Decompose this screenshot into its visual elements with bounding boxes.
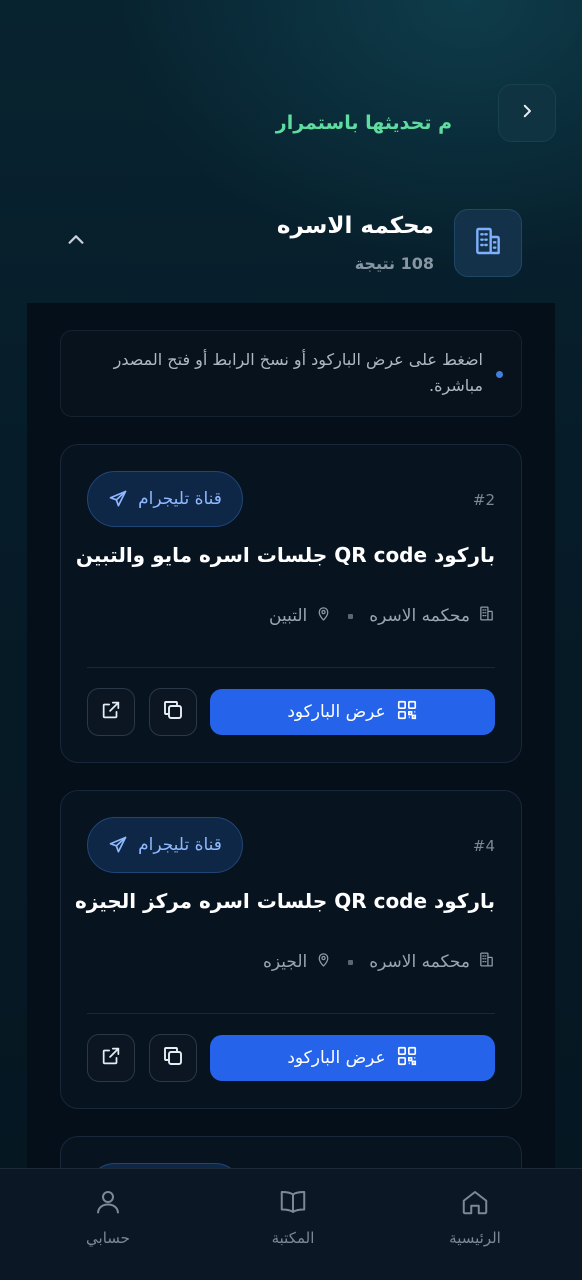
hint-text: اضغط على عرض الباركود أو نسخ الرابط أو ف…	[113, 350, 483, 395]
card-divider	[87, 667, 495, 668]
show-barcode-button[interactable]: عرض الباركود	[210, 1035, 495, 1081]
card-title: باركود QR code جلسات اسره مركز الجيزه	[74, 889, 495, 913]
chevron-right-icon	[518, 102, 536, 124]
copy-icon	[161, 1044, 185, 1072]
card-meta: محكمه الاسره الجيزه	[263, 951, 495, 973]
building-small-icon	[478, 605, 495, 627]
nav-library[interactable]: المكتبة	[233, 1187, 353, 1247]
back-button[interactable]	[498, 84, 556, 142]
nav-account[interactable]: حسابي	[48, 1187, 168, 1247]
card-divider	[87, 1013, 495, 1014]
open-source-button[interactable]	[87, 688, 135, 736]
nav-account-label: حسابي	[86, 1229, 130, 1247]
copy-link-button[interactable]	[149, 1034, 197, 1082]
result-card: قناة تليجرام #4 باركود QR code جلسات اسر…	[60, 790, 522, 1109]
map-pin-icon	[315, 951, 332, 973]
send-icon	[108, 489, 128, 509]
copy-link-button[interactable]	[149, 688, 197, 736]
send-icon	[108, 835, 128, 855]
announcement-marquee: م تحديثها باستمرار	[275, 112, 452, 134]
instruction-hint: اضغط على عرض الباركود أو نسخ الرابط أو ف…	[60, 330, 522, 417]
nav-home[interactable]: الرئيسية	[415, 1187, 535, 1247]
card-meta: محكمه الاسره التبين	[269, 605, 495, 627]
copy-icon	[161, 698, 185, 726]
separator	[348, 959, 354, 965]
external-link-icon	[100, 699, 122, 725]
building-icon	[472, 225, 504, 261]
chip-label: قناة تليجرام	[138, 489, 222, 509]
building-small-icon	[478, 951, 495, 973]
section-icon-box	[454, 209, 522, 277]
section-title: محكمه الاسره	[276, 213, 434, 239]
qr-code-icon	[396, 1045, 418, 1072]
bottom-navigation: الرئيسية المكتبة حسابي	[0, 1168, 582, 1280]
chevron-up-icon	[65, 229, 87, 255]
button-label: عرض الباركود	[287, 702, 386, 722]
external-link-icon	[100, 1045, 122, 1071]
result-count: 108 نتيجة	[354, 254, 434, 273]
bullet-dot	[496, 371, 503, 378]
separator	[348, 613, 354, 619]
court-name: محكمه الاسره	[369, 606, 470, 626]
page: م تحديثها باستمرار محكمه الاسره 108 نتيج…	[0, 0, 582, 1280]
card-title: باركود QR code جلسات اسره مايو والتبين	[75, 543, 495, 567]
location-name: التبين	[269, 606, 308, 626]
user-icon	[93, 1187, 123, 1221]
location-name: الجيزه	[262, 952, 308, 972]
button-label: عرض الباركود	[287, 1048, 386, 1068]
source-chip[interactable]: قناة تليجرام	[87, 817, 243, 873]
home-icon	[460, 1187, 490, 1221]
show-barcode-button[interactable]: عرض الباركود	[210, 689, 495, 735]
result-card: قناة تليجرام #2 باركود QR code جلسات اسر…	[60, 444, 522, 763]
nav-library-label: المكتبة	[271, 1229, 315, 1247]
card-number: #4	[472, 837, 495, 855]
chip-label: قناة تليجرام	[138, 835, 222, 855]
source-chip[interactable]: قناة تليجرام	[87, 471, 243, 527]
card-number: #2	[472, 491, 495, 509]
collapse-button[interactable]	[62, 228, 90, 256]
open-source-button[interactable]	[87, 1034, 135, 1082]
book-open-icon	[278, 1187, 308, 1221]
nav-home-label: الرئيسية	[449, 1229, 501, 1247]
map-pin-icon	[315, 605, 332, 627]
qr-code-icon	[396, 699, 418, 726]
court-name: محكمه الاسره	[369, 952, 470, 972]
